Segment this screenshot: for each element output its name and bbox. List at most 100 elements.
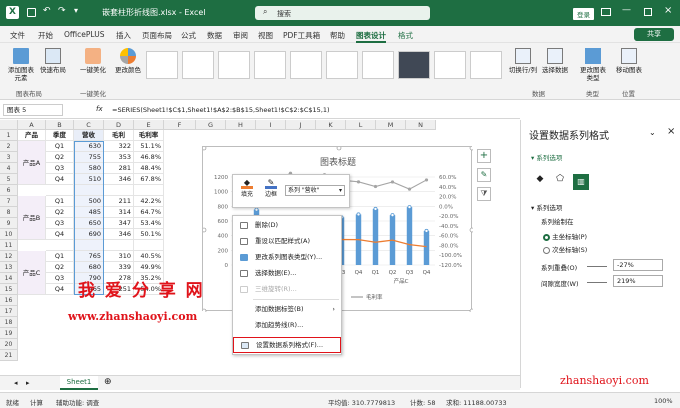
menu-format[interactable]: 格式 [398, 30, 413, 41]
row-header[interactable]: 8 [0, 207, 18, 218]
primary-axis-radio[interactable]: 主坐标轴(P) [543, 231, 587, 241]
pane-options-icon[interactable]: ⌄ [649, 128, 656, 137]
column-header-H[interactable]: H [226, 120, 256, 130]
menu-formulas[interactable]: 公式 [181, 30, 196, 41]
menu-pdf-toolbox[interactable]: PDF工具箱 [283, 30, 320, 41]
menu-item-format-series[interactable]: 设置数据系列格式(F)... [233, 337, 341, 353]
menu-item-add-data-labels[interactable]: 添加数据标签(B) › [233, 302, 341, 317]
table-cell[interactable] [46, 240, 74, 251]
scroll-left-icon[interactable]: ◂ [14, 379, 18, 387]
ribbon-display-icon[interactable] [601, 8, 611, 16]
menu-review[interactable]: 审阅 [233, 30, 248, 41]
column-header-B[interactable]: B [46, 120, 74, 130]
row-header[interactable]: 17 [0, 306, 18, 317]
table-cell[interactable]: 765 [74, 251, 104, 262]
table-cell[interactable]: Q2 [46, 152, 74, 163]
quick-layout-button[interactable]: 快速布局 [38, 48, 68, 74]
table-cell[interactable]: Q1 [46, 141, 74, 152]
row-header[interactable]: 2 [0, 141, 18, 152]
table-cell[interactable]: Q3 [46, 218, 74, 229]
row-header[interactable]: 16 [0, 295, 18, 306]
name-box[interactable]: 图表 5 [3, 104, 63, 116]
overlap-slider[interactable] [587, 266, 607, 267]
table-cell[interactable] [46, 185, 74, 196]
chart-style-1[interactable] [146, 51, 178, 79]
row-header[interactable]: 15 [0, 284, 18, 295]
undo-icon[interactable]: ↶ [43, 6, 51, 16]
column-header-N[interactable]: N [406, 120, 436, 130]
accessibility-status[interactable]: 辅助功能: 调查 [56, 397, 99, 407]
chart-style-5[interactable] [290, 51, 322, 79]
table-cell[interactable]: 67.8% [134, 174, 164, 185]
scroll-right-icon[interactable]: ▸ [26, 379, 30, 387]
change-chart-type-button[interactable]: 更改图表类型 [578, 48, 608, 82]
tab-series-options[interactable]: ▾ 系列选项 [531, 152, 562, 162]
corner-select-all[interactable] [0, 120, 18, 130]
menu-item-select-data[interactable]: 选择数据(E)... [233, 266, 341, 281]
row-header[interactable]: 5 [0, 174, 18, 185]
row-header[interactable]: 4 [0, 163, 18, 174]
table-cell[interactable]: 53.4% [134, 218, 164, 229]
table-cell[interactable] [134, 240, 164, 251]
row-header[interactable]: 14 [0, 273, 18, 284]
customize-qat-icon[interactable]: ▾ [74, 6, 78, 15]
column-header-F[interactable]: F [164, 120, 196, 130]
menu-chart-design[interactable]: 图表设计 [356, 30, 386, 43]
table-cell[interactable]: 346 [104, 229, 134, 240]
change-colors-button[interactable]: 更改颜色 [114, 48, 142, 74]
section-series-options[interactable]: ▾ 系列选项 [531, 202, 562, 212]
menu-officeplus[interactable]: OfficePLUS [64, 30, 104, 39]
column-header-C[interactable]: C [74, 120, 104, 130]
table-cell[interactable] [74, 240, 104, 251]
row-header[interactable]: 21 [0, 350, 18, 361]
series-select[interactable]: 系列 "营收" ▾ [285, 185, 345, 196]
chart-filters-button[interactable]: ⧩ [477, 187, 491, 201]
beautify-button[interactable]: 一键美化 [78, 48, 108, 74]
table-header[interactable]: 产品 [18, 130, 46, 141]
table-cell[interactable]: 48.4% [134, 163, 164, 174]
menu-help[interactable]: 帮助 [330, 30, 345, 41]
table-cell[interactable]: Q3 [46, 163, 74, 174]
menu-page-layout[interactable]: 页面布局 [142, 30, 172, 41]
table-cell[interactable]: 680 [74, 262, 104, 273]
chart-style-4[interactable] [254, 51, 286, 79]
chart-style-10[interactable] [470, 51, 502, 79]
column-header-M[interactable]: M [376, 120, 406, 130]
outline-button[interactable]: ✎ 边框 [261, 177, 281, 198]
chart-style-6[interactable] [326, 51, 358, 79]
switch-row-col-button[interactable]: 切换行/列 [508, 48, 538, 74]
gap-width-slider[interactable] [587, 282, 607, 283]
add-sheet-icon[interactable]: ⊕ [104, 377, 112, 387]
menu-data[interactable]: 数据 [207, 30, 222, 41]
row-header[interactable]: 18 [0, 317, 18, 328]
menu-home[interactable]: 开始 [38, 30, 53, 41]
row-header[interactable]: 13 [0, 262, 18, 273]
table-cell[interactable]: 211 [104, 196, 134, 207]
table-cell[interactable]: Q2 [46, 262, 74, 273]
chart-styles-button[interactable]: ✎ [477, 168, 491, 182]
chart-style-8[interactable] [398, 51, 430, 79]
select-data-button[interactable]: 选择数据 [540, 48, 570, 74]
pane-close-icon[interactable]: × [667, 126, 675, 137]
table-cell[interactable] [74, 185, 104, 196]
redo-icon[interactable]: ↷ [58, 6, 66, 16]
table-cell[interactable]: 346 [104, 174, 134, 185]
table-cell[interactable]: 322 [104, 141, 134, 152]
table-cell[interactable]: 50.1% [134, 229, 164, 240]
table-cell[interactable]: 310 [104, 251, 134, 262]
save-icon[interactable] [27, 8, 36, 17]
login-button[interactable]: 登录 [573, 8, 594, 20]
table-cell[interactable]: Q1 [46, 196, 74, 207]
chart-style-2[interactable] [182, 51, 214, 79]
menu-item-add-trendline[interactable]: 添加趋势线(R)... [233, 318, 341, 333]
row-header[interactable]: 7 [0, 196, 18, 207]
table-cell[interactable]: 64.7% [134, 207, 164, 218]
table-cell[interactable]: Q1 [46, 251, 74, 262]
table-cell[interactable]: 314 [104, 207, 134, 218]
add-chart-element-button[interactable]: 添加图表元素 [6, 48, 36, 82]
gap-width-input[interactable]: 219% [613, 275, 663, 287]
table-cell[interactable]: Q4 [46, 174, 74, 185]
row-header[interactable]: 10 [0, 229, 18, 240]
share-button[interactable]: 共享 [634, 28, 674, 41]
row-header[interactable]: 11 [0, 240, 18, 251]
